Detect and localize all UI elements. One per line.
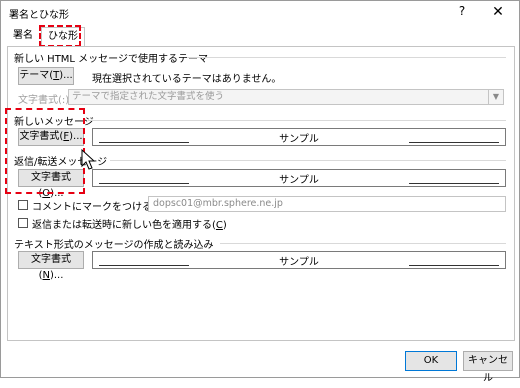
plain-text-font-button[interactable]: 文字書式(N)... — [18, 251, 84, 281]
font-label: 文字書式(:) — [18, 95, 70, 106]
new-message-sample: サンプル — [92, 128, 506, 146]
plain-text-title: テキスト形式のメッセージの作成と読み込み — [14, 240, 214, 251]
tab-signature[interactable]: 署名 — [7, 27, 39, 45]
cancel-button[interactable]: キャンセル — [463, 351, 513, 384]
pick-new-color-checkbox[interactable] — [18, 218, 28, 228]
mouse-cursor-icon — [81, 149, 96, 170]
close-icon[interactable]: ✕ — [489, 3, 507, 21]
pick-new-color-label: 返信または転送時に新しい色を適用する(C) — [32, 216, 227, 231]
divider — [220, 243, 506, 244]
window-title: 署名とひな形 — [9, 10, 69, 21]
font-buttons-highlight-marker — [5, 108, 85, 194]
mark-comments-field: dopsc01@mbr.sphere.ne.jp — [148, 196, 506, 212]
tab-highlight-marker — [39, 25, 81, 47]
font-select-value: テーマで指定された文字書式を使う — [72, 91, 225, 102]
divider — [188, 57, 506, 58]
pick-new-color-suffix: ) — [222, 220, 227, 231]
theme-status: 現在選択されているテーマはありません。 — [92, 74, 282, 85]
plain-text-sample: サンプル — [92, 251, 506, 269]
signatures-dialog: 署名とひな形 ? ✕ 署名 ひな形 新しい HTML メッセージで使用するテーマ… — [0, 0, 520, 384]
pick-new-color-prefix: 返信または転送時に新しい色を適用する( — [32, 220, 216, 231]
divider — [88, 120, 506, 121]
mark-comments-label-prefix: コメントにマークをつける( — [32, 202, 156, 213]
plain-text-font-button-mnemonic: N — [42, 270, 50, 281]
theme-button-label-prefix: テーマ( — [19, 70, 54, 81]
pick-new-color-mnemonic: C — [215, 220, 223, 231]
ok-button[interactable]: OK — [405, 351, 457, 371]
theme-button-label-suffix: )... — [59, 70, 73, 81]
mark-comments-value: dopsc01@mbr.sphere.ne.jp — [153, 198, 283, 209]
divider — [110, 160, 506, 161]
theme-section-title: 新しい HTML メッセージで使用するテーマ — [14, 54, 208, 65]
title-bar: 署名とひな形 ? ✕ — [1, 1, 519, 23]
sample-underline — [409, 183, 499, 184]
mark-comments-checkbox[interactable] — [18, 200, 28, 210]
sample-underline — [409, 265, 499, 266]
sample-underline — [409, 142, 499, 143]
chevron-down-icon: ▼ — [488, 90, 503, 104]
plain-text-font-button-suffix: )... — [49, 270, 64, 281]
theme-button[interactable]: テーマ(T)... — [18, 67, 74, 85]
help-icon[interactable]: ? — [455, 4, 469, 20]
font-select: テーマで指定された文字書式を使う ▼ — [68, 89, 504, 105]
reply-sample: サンプル — [92, 169, 506, 187]
